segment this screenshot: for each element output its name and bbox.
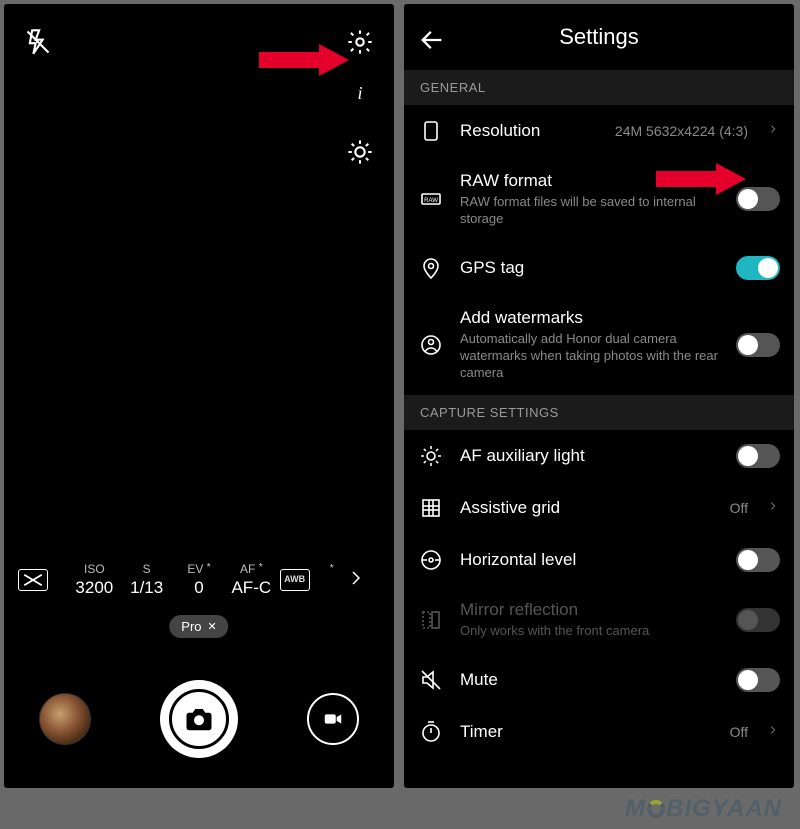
row-timer[interactable]: Timer Off [404, 706, 794, 758]
row-value: Off [730, 500, 748, 516]
shutter-button[interactable] [160, 680, 238, 758]
row-mirror-reflection: Mirror reflection Only works with the fr… [404, 586, 794, 654]
row-resolution[interactable]: Resolution 24M 5632x4224 (4:3) [404, 105, 794, 157]
awb-icon: AWB [280, 569, 310, 591]
video-icon [322, 708, 344, 730]
info-icon[interactable]: i [351, 84, 369, 102]
af-light-toggle[interactable] [736, 444, 780, 468]
row-value: 24M 5632x4224 (4:3) [615, 123, 748, 139]
camera-icon [184, 704, 214, 734]
mute-toggle[interactable] [736, 668, 780, 692]
resolution-icon [418, 119, 444, 143]
horizontal-toggle[interactable] [736, 548, 780, 572]
row-title: GPS tag [460, 258, 720, 278]
page-title: Settings [559, 24, 639, 50]
camera-side-icons: i [346, 84, 374, 166]
iso-value: 3200 [70, 577, 118, 598]
watermark-toggle[interactable] [736, 333, 780, 357]
mode-badge-label: Pro [181, 619, 201, 634]
row-mute[interactable]: Mute [404, 654, 794, 706]
ev-value: 0 [175, 577, 223, 598]
row-gps-tag[interactable]: GPS tag [404, 242, 794, 294]
af-button[interactable]: AF * AF-C [227, 562, 275, 598]
row-title: Assistive grid [460, 498, 714, 518]
gps-toggle[interactable] [736, 256, 780, 280]
ev-label: EV * [175, 562, 223, 577]
close-icon: ✕ [208, 620, 217, 633]
annotation-arrow-settings [259, 44, 349, 76]
row-title: Mute [460, 670, 720, 690]
mute-icon [418, 668, 444, 692]
row-subtitle: Only works with the front camera [460, 623, 720, 640]
row-subtitle: RAW format files will be saved to intern… [460, 194, 720, 228]
chevron-right-icon [768, 723, 780, 742]
row-title: Timer [460, 722, 714, 742]
mirror-toggle [736, 608, 780, 632]
video-mode-button[interactable] [307, 693, 359, 745]
row-title: Horizontal level [460, 550, 720, 570]
site-watermark: MBIGYAAN [625, 795, 782, 823]
settings-gear-icon[interactable] [346, 28, 374, 56]
annotation-arrow-raw [656, 163, 746, 195]
chevron-right-icon [768, 122, 780, 141]
metering-mode-button[interactable] [18, 569, 66, 591]
metering-icon [18, 569, 48, 591]
grid-icon [418, 496, 444, 520]
location-pin-icon [418, 256, 444, 280]
shutter-value: 1/13 [123, 577, 171, 598]
row-watermarks[interactable]: Add watermarks Automatically add Honor d… [404, 294, 794, 396]
shutter-speed-button[interactable]: S 1/13 [123, 562, 171, 598]
settings-header: Settings [404, 4, 794, 70]
chevron-right-icon [768, 499, 780, 518]
row-title: Mirror reflection [460, 600, 720, 620]
raw-icon: RAW [418, 187, 444, 211]
camera-bottom-bar [4, 674, 394, 764]
mode-badge-pro[interactable]: Pro ✕ [169, 615, 228, 638]
section-header-capture: CAPTURE SETTINGS [404, 395, 794, 430]
effects-sun-icon[interactable] [346, 138, 374, 166]
back-button[interactable] [418, 26, 446, 54]
row-title: AF auxiliary light [460, 446, 720, 466]
row-subtitle: Automatically add Honor dual camera wate… [460, 331, 720, 382]
row-horizontal-level[interactable]: Horizontal level [404, 534, 794, 586]
iso-button[interactable]: ISO 3200 [70, 562, 118, 598]
row-title: Add watermarks [460, 308, 720, 328]
gallery-thumbnail[interactable] [39, 693, 91, 745]
timer-icon [418, 720, 444, 744]
row-assistive-grid[interactable]: Assistive grid Off [404, 482, 794, 534]
row-value: Off [730, 724, 748, 740]
level-icon [418, 548, 444, 572]
watermark-icon [418, 333, 444, 357]
pro-more-chevron[interactable] [332, 564, 380, 596]
pro-controls-row: ISO 3200 S 1/13 EV * 0 AF * AF-C AWB * [12, 562, 386, 598]
af-label: AF * [227, 562, 275, 577]
section-header-general: GENERAL [404, 70, 794, 105]
row-title: Resolution [460, 121, 599, 141]
sun-icon [418, 444, 444, 468]
flash-off-icon[interactable] [24, 28, 52, 56]
svg-text:RAW: RAW [424, 198, 438, 204]
awb-button[interactable]: AWB * [280, 569, 328, 591]
row-raw-format[interactable]: RAW RAW format RAW format files will be … [404, 157, 794, 242]
ev-button[interactable]: EV * 0 [175, 562, 223, 598]
mirror-icon [418, 608, 444, 632]
shutter-label: S [123, 562, 171, 577]
camera-screen: i ISO 3200 S 1/13 EV * 0 AF * AF-C [4, 4, 394, 788]
settings-screen: Settings GENERAL Resolution 24M 5632x422… [404, 4, 794, 788]
row-af-light[interactable]: AF auxiliary light [404, 430, 794, 482]
af-value: AF-C [227, 577, 275, 598]
iso-label: ISO [70, 562, 118, 577]
